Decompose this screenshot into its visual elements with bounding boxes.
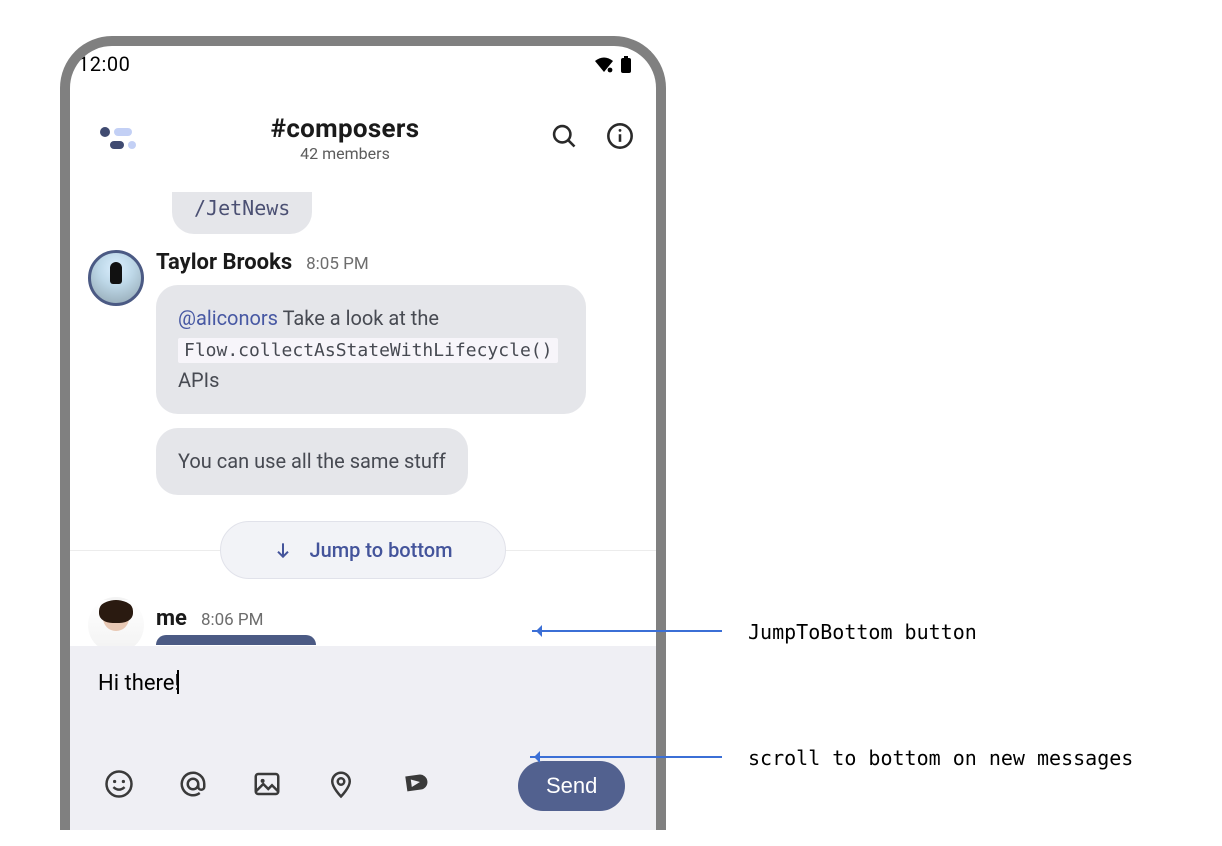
video-icon[interactable] xyxy=(400,769,430,803)
message-time: 8:06 PM xyxy=(201,610,264,630)
avatar[interactable] xyxy=(88,597,144,646)
status-bar: 12:00 xyxy=(70,50,656,84)
message-list[interactable]: /JetNews Taylor Brooks 8:05 PM @aliconor… xyxy=(70,192,656,646)
mention[interactable]: @aliconors xyxy=(178,306,278,330)
channel-title[interactable]: #composers xyxy=(140,114,550,144)
annotation-arrow xyxy=(532,630,722,632)
arrow-down-icon xyxy=(273,540,293,560)
mention-icon[interactable] xyxy=(178,769,208,803)
image-icon[interactable] xyxy=(252,769,282,803)
message-bubble[interactable]: @aliconors Take a look at the Flow.colle… xyxy=(156,285,586,414)
annotation-label: scroll to bottom on new messages xyxy=(748,746,1133,770)
message-author[interactable]: Taylor Brooks xyxy=(156,250,292,275)
avatar[interactable] xyxy=(88,250,144,306)
status-clock: 12:00 xyxy=(78,52,130,76)
message-bubble: /JetNews xyxy=(172,192,312,234)
message-bubble[interactable]: You can use all the same stuff xyxy=(156,428,468,495)
inline-code: Flow.collectAsStateWithLifecycle() xyxy=(178,338,558,363)
message-bubble xyxy=(156,635,316,645)
battery-icon xyxy=(620,56,632,74)
emoji-icon[interactable] xyxy=(104,769,134,803)
app-header: #composers 42 members xyxy=(70,96,656,180)
channel-members: 42 members xyxy=(140,144,550,163)
annotation-arrow xyxy=(530,756,722,758)
phone-frame: 12:00 #composers 42 members xyxy=(60,36,666,830)
jump-to-bottom-button[interactable]: Jump to bottom xyxy=(220,521,506,579)
annotation-label: JumpToBottom button xyxy=(748,620,977,644)
app-logo-icon[interactable] xyxy=(92,114,140,162)
wifi-icon xyxy=(594,57,614,73)
search-icon[interactable] xyxy=(550,122,578,154)
location-icon[interactable] xyxy=(326,769,356,803)
info-icon[interactable] xyxy=(606,122,634,154)
jump-to-bottom-label: Jump to bottom xyxy=(309,538,452,562)
composer-input[interactable]: Hi there! xyxy=(98,670,628,696)
message-time: 8:05 PM xyxy=(306,254,369,274)
message-author[interactable]: me xyxy=(156,606,187,631)
divider: Jump to bottom xyxy=(88,521,638,579)
message-row: me 8:06 PM xyxy=(88,597,638,646)
message-row: Taylor Brooks 8:05 PM @aliconors Take a … xyxy=(88,250,638,495)
message-composer: Hi there! Send xyxy=(70,646,656,830)
send-button[interactable]: Send xyxy=(518,761,625,811)
